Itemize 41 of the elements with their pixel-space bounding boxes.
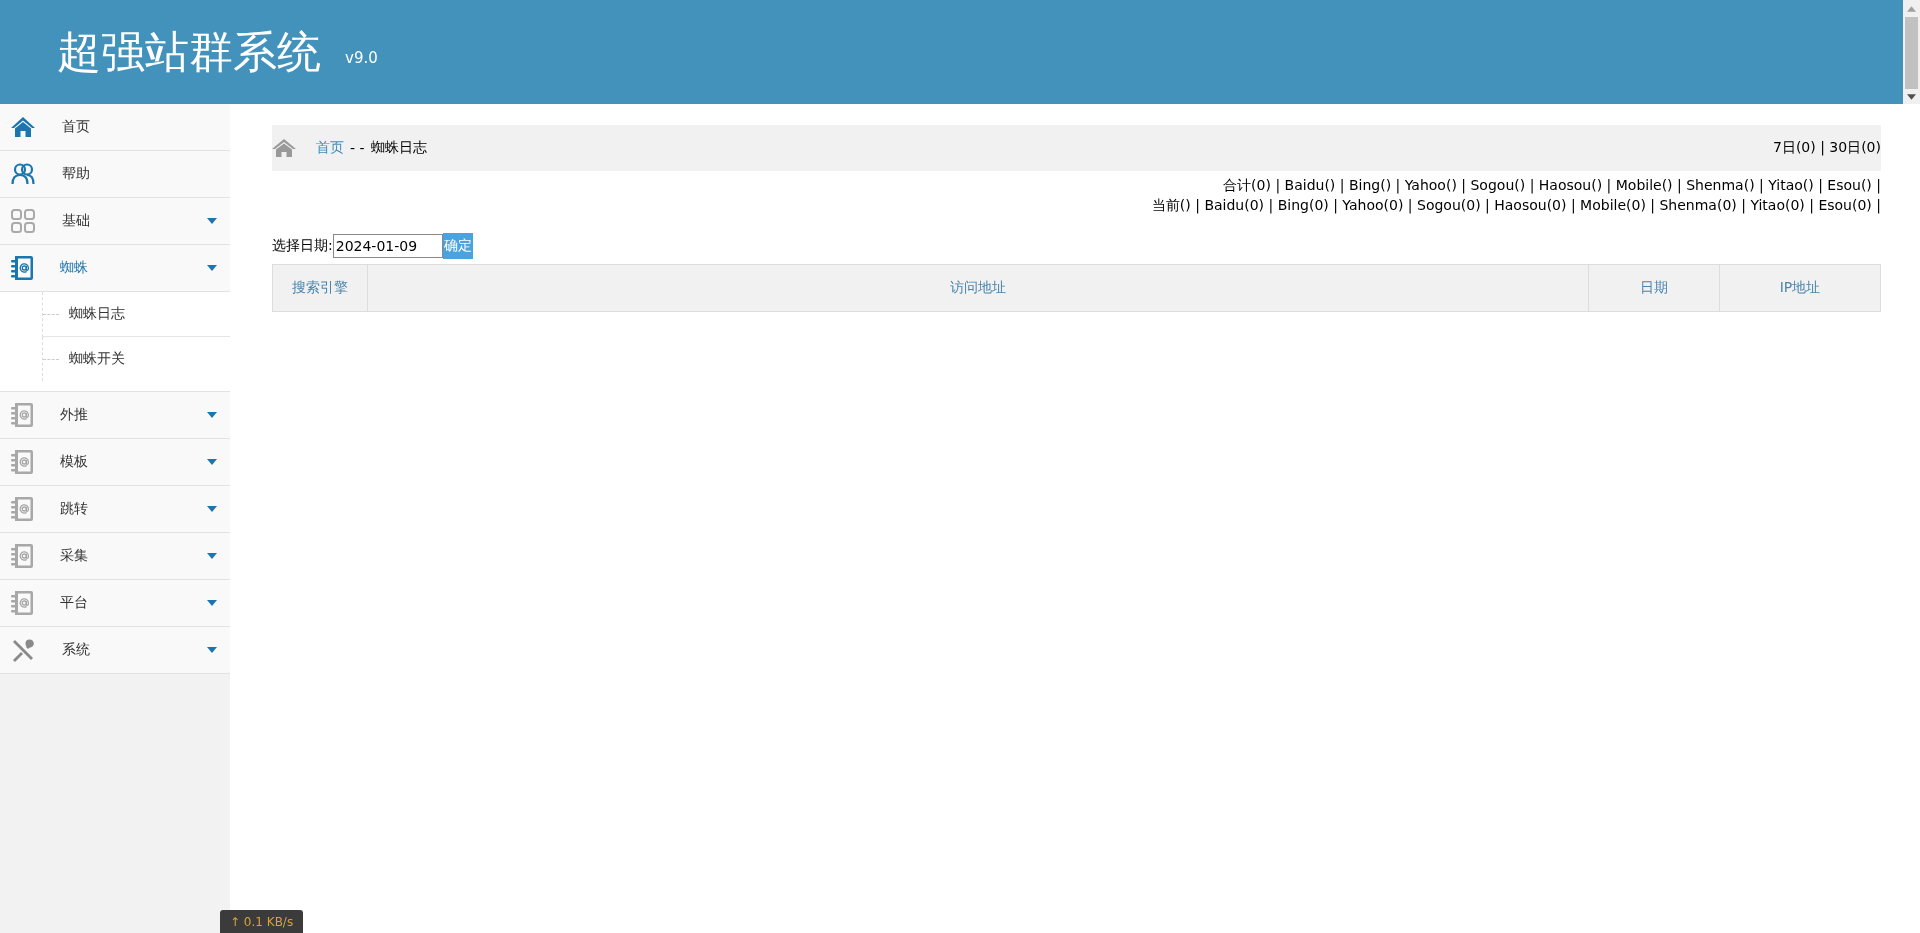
address-book-icon bbox=[11, 450, 33, 474]
sidebar-item[interactable]: 帮助 bbox=[0, 151, 230, 198]
sidebar-item[interactable]: 系统 bbox=[0, 627, 230, 674]
sidebar-item[interactable]: 平台 bbox=[0, 580, 230, 627]
app-title: 超强站群系统 bbox=[57, 24, 321, 79]
tools-icon bbox=[11, 638, 35, 662]
breadcrumb-current: 蜘蛛日志 bbox=[370, 139, 427, 157]
sidebar-item[interactable]: 采集 bbox=[0, 533, 230, 580]
grid-icon bbox=[11, 209, 35, 233]
date-label: 选择日期: bbox=[272, 237, 333, 255]
scrollbar[interactable] bbox=[1903, 0, 1920, 104]
sidebar-item[interactable]: 模板 bbox=[0, 439, 230, 486]
sidebar-item[interactable]: 基础 bbox=[0, 198, 230, 245]
period-summary: 7日(0) | 30日(0) bbox=[1773, 139, 1881, 157]
address-book-icon bbox=[11, 591, 33, 615]
scrollbar-thumb[interactable] bbox=[1905, 17, 1918, 89]
sidebar-item[interactable]: 跳转 bbox=[0, 486, 230, 533]
address-book-icon bbox=[11, 256, 33, 280]
scroll-down-icon[interactable] bbox=[1907, 94, 1916, 100]
crawler-stats-line: 合计(0) | Baidu() | Bing() | Yahoo() | Sogou() | Haosou() | Mobile() | Shenma() | Yitao() | Esou() | bbox=[1222, 176, 1881, 195]
sidebar-item[interactable]: 蜘蛛 bbox=[0, 245, 230, 292]
breadcrumb-separator: - - bbox=[350, 140, 365, 156]
submenu-item[interactable]: 蜘蛛日志 bbox=[42, 292, 230, 337]
column-header: IP地址 bbox=[1719, 264, 1881, 312]
submenu-item[interactable]: 蜘蛛开关 bbox=[42, 337, 230, 381]
crawler-stats-line: 当前() | Baidu(0) | Bing(0) | Yahoo(0) | Sogou(0) | Haosou(0) | Mobile(0) | Shenma(0) | Yitao(0) | Esou(0) | bbox=[1150, 196, 1881, 215]
sidebar-item[interactable]: 外推 bbox=[0, 392, 230, 439]
network-speed-badge: ↑ 0.1 KB/s bbox=[220, 910, 304, 933]
column-header: 日期 bbox=[1588, 264, 1720, 312]
address-book-icon bbox=[11, 403, 33, 427]
scroll-up-icon[interactable] bbox=[1907, 6, 1916, 12]
home-icon bbox=[272, 138, 296, 158]
column-header: 搜索引擎 bbox=[272, 264, 368, 312]
address-book-icon bbox=[11, 497, 33, 521]
home-icon bbox=[11, 116, 35, 138]
sidebar-item[interactable]: 首页 bbox=[0, 104, 230, 151]
date-input[interactable]: 2024-01-09 bbox=[332, 234, 443, 258]
users-icon bbox=[11, 163, 35, 185]
version-label: v9.0 bbox=[345, 49, 378, 67]
address-book-icon bbox=[11, 544, 33, 568]
column-header: 访问地址 bbox=[367, 264, 1589, 312]
